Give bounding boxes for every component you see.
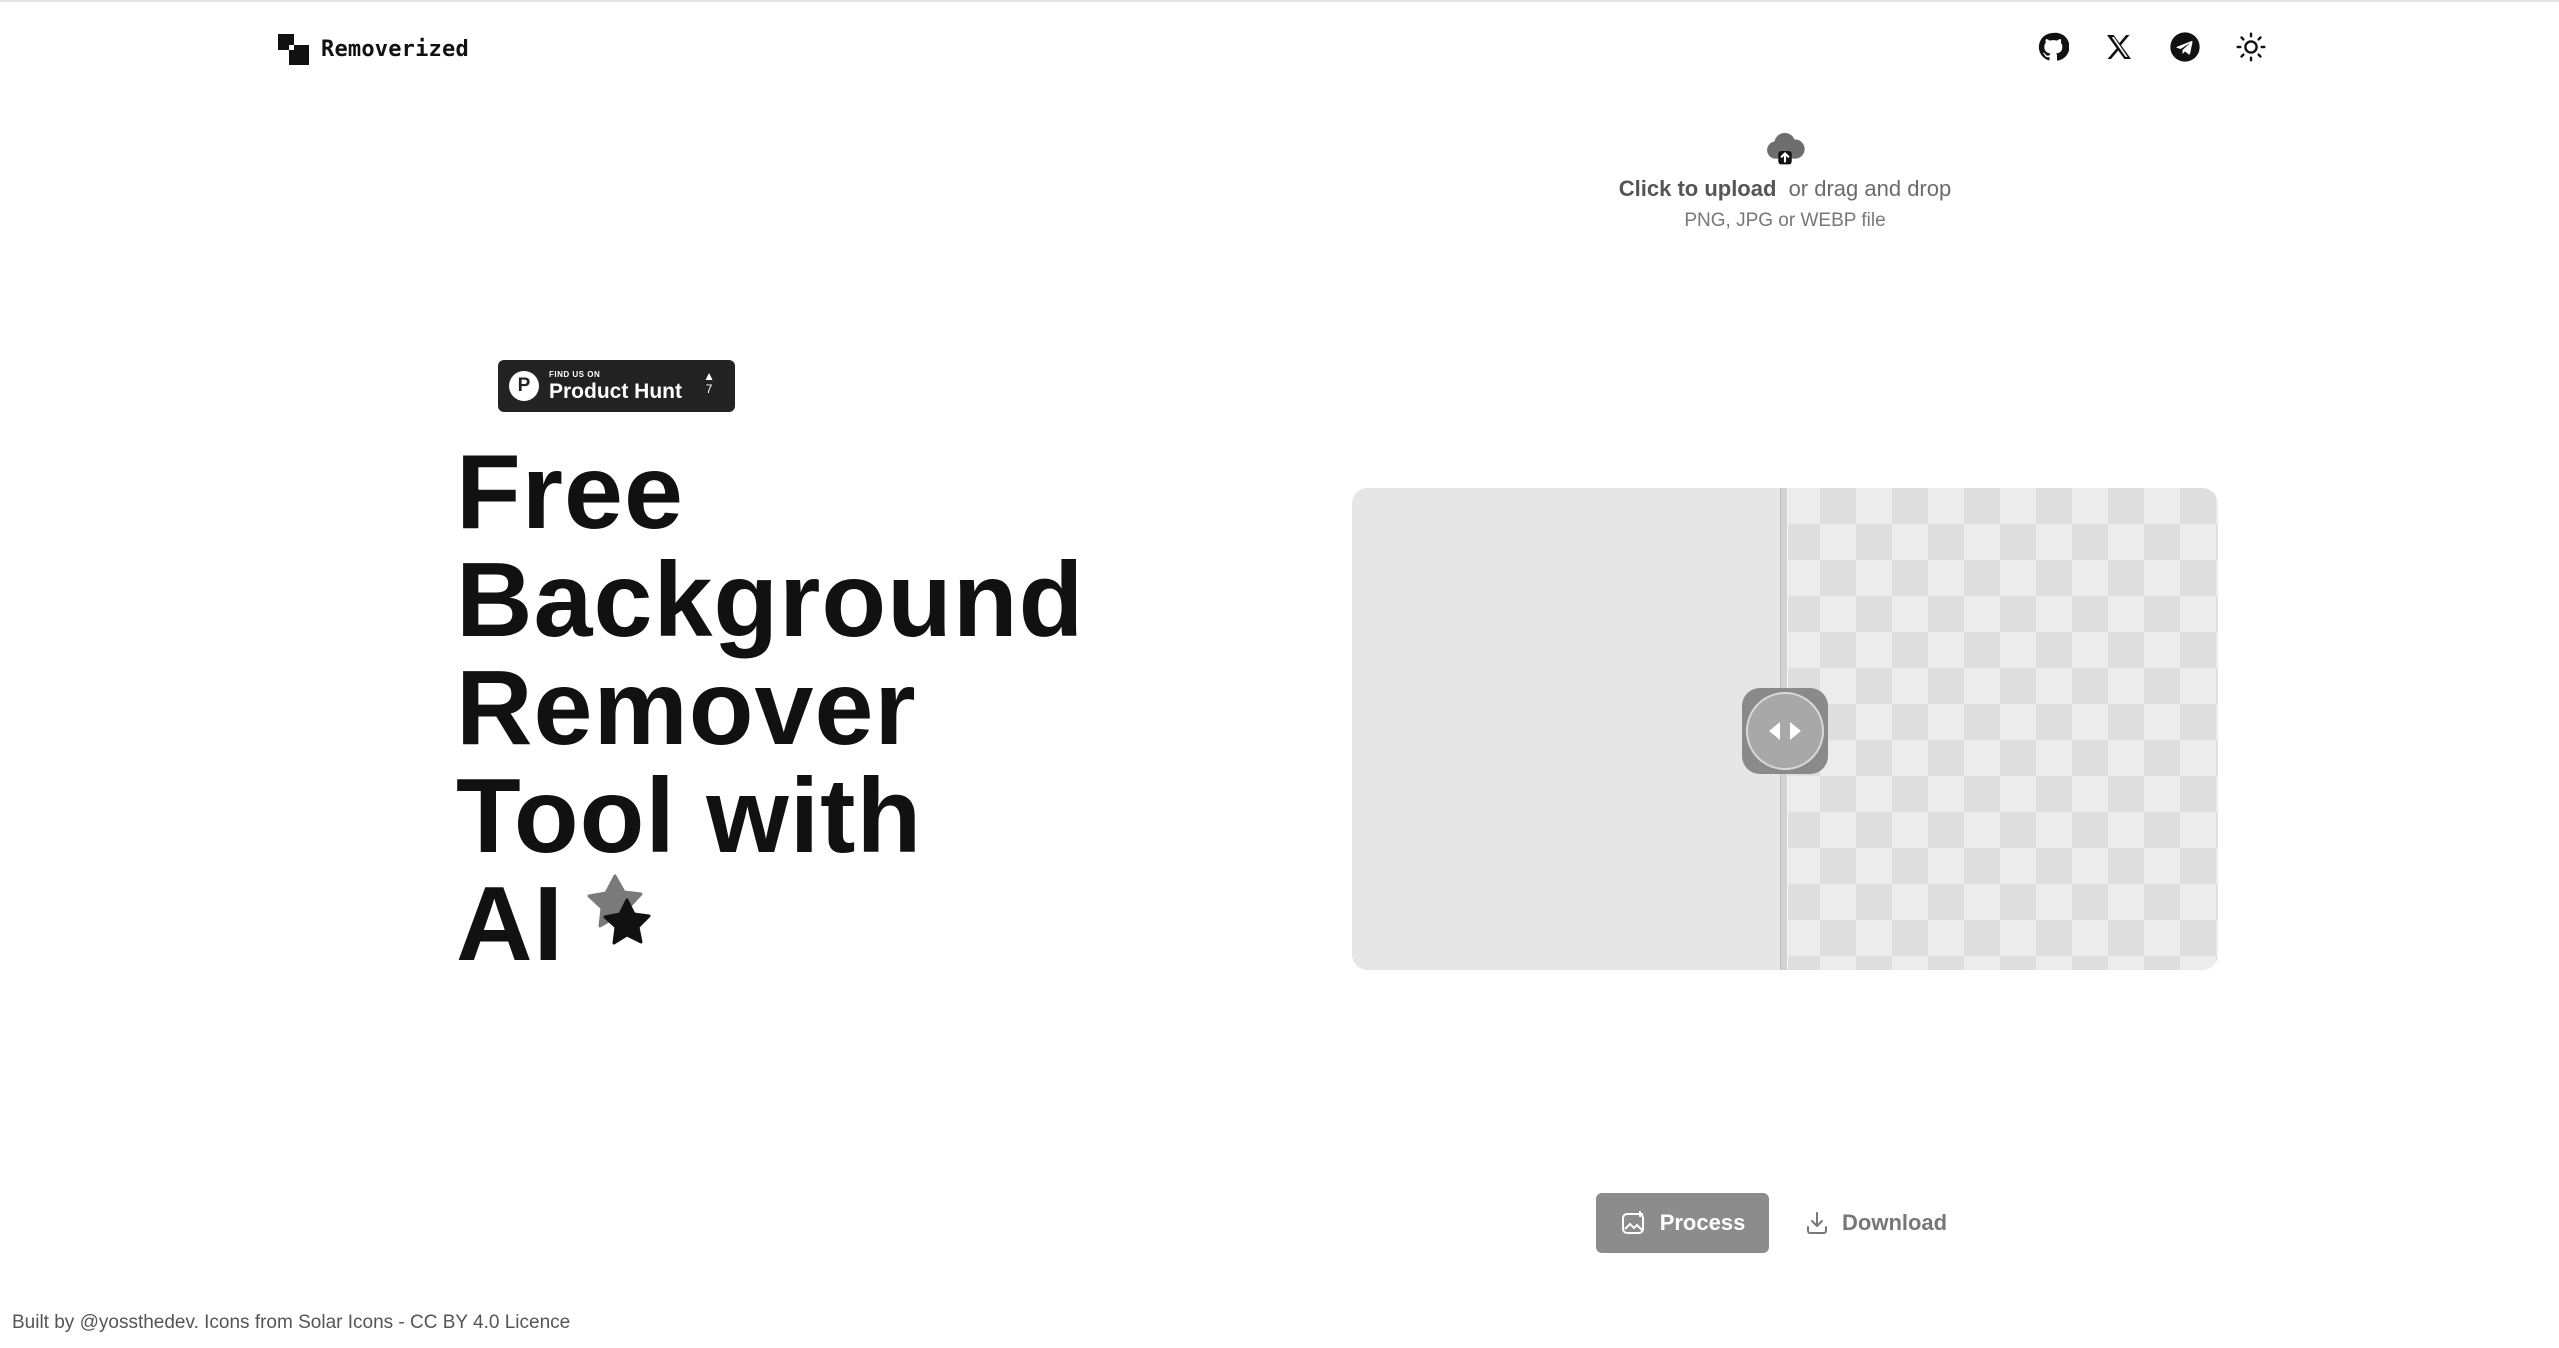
download-label: Download [1842,1210,1948,1235]
click-to-upload-link[interactable]: Click to upload [1619,176,1777,201]
top-border [0,0,2559,2]
hero-line-5: AI [456,865,564,983]
upvote-number: 7 [705,382,713,397]
product-hunt-caption: FIND US ON [549,369,601,379]
download-icon [1807,1212,1827,1234]
original-image-pane [1352,488,1784,970]
process-button[interactable]: Process [1596,1193,1769,1253]
transparent-result-pane [1784,488,2218,970]
hero-line-2: Background [456,541,1085,659]
telegram-icon[interactable] [2168,30,2202,64]
drag-drop-text: or drag and drop [1788,176,1952,201]
comparison-slider-handle[interactable] [1742,688,1828,774]
product-hunt-title: Product Hunt [549,379,682,403]
cloud-upload-icon [1767,132,1805,165]
hero-line-4: Tool with [456,757,923,875]
hero-line-1: Free [456,433,684,551]
x-twitter-icon[interactable] [2102,30,2136,64]
before-after-comparison[interactable] [1352,488,2218,970]
hero-line-3: Remover [456,649,917,767]
file-formats-text: PNG, JPG or WEBP file [1684,210,1886,231]
product-hunt-badge[interactable]: P FIND US ON Product Hunt ▲ 7 [498,360,735,412]
image-magic-icon [1621,1211,1644,1234]
footer-credits: Built by @yossthedev. Icons from Solar I… [12,1312,571,1333]
process-label: Process [1659,1210,1746,1235]
logo-icon [278,33,309,65]
brand-logo[interactable]: Removerized [278,33,469,65]
upload-dropzone[interactable]: Click to upload or drag and drop PNG, JP… [1570,128,2000,232]
github-icon[interactable] [2036,30,2070,64]
left-right-arrows-icon [1769,722,1801,740]
product-hunt-logo-icon: P [509,371,539,401]
hero-title: Free Background Remover Tool with AI [456,438,1156,978]
header-social-links [2036,30,2268,64]
sun-theme-icon[interactable] [2234,30,2268,64]
download-button[interactable]: Download [1804,1193,1947,1253]
sparkle-stars-icon [587,874,651,945]
upvote-count: ▲ 7 [703,369,715,397]
brand-name: Removerized [321,36,469,62]
